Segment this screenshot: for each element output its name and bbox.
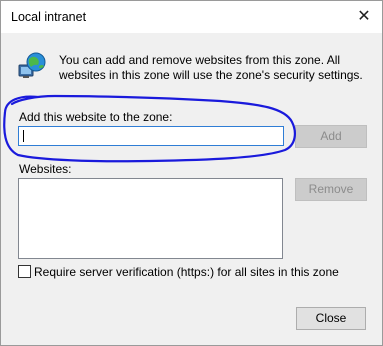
- require-https-checkbox[interactable]: [18, 265, 31, 278]
- close-button[interactable]: Close: [296, 307, 366, 330]
- title-bar: Local intranet ✕: [1, 1, 382, 33]
- add-website-label: Add this website to the zone:: [19, 110, 173, 124]
- require-https-label[interactable]: Require server verification (https:) for…: [34, 265, 339, 279]
- local-intranet-dialog: Local intranet ✕ You can add and remove …: [0, 0, 383, 346]
- add-website-input[interactable]: [18, 126, 284, 146]
- dialog-title: Local intranet: [11, 10, 87, 24]
- websites-list[interactable]: [18, 178, 283, 259]
- close-icon[interactable]: ✕: [346, 1, 382, 33]
- intro-description: You can add and remove websites from thi…: [59, 53, 363, 82]
- remove-button[interactable]: Remove: [295, 178, 367, 201]
- add-button[interactable]: Add: [295, 125, 367, 148]
- text-caret: [23, 130, 24, 142]
- globe-computer-icon: [18, 52, 46, 78]
- websites-label: Websites:: [19, 162, 72, 176]
